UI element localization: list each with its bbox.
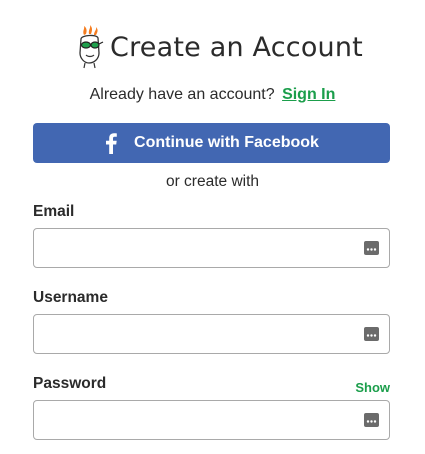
or-create-with-divider: or create with (165, 173, 260, 190)
password-field[interactable] (34, 401, 389, 439)
password-manager-icon[interactable] (364, 327, 379, 341)
password-manager-icon[interactable] (364, 241, 379, 255)
signin-prompt-text: Already have an account? (89, 86, 275, 103)
password-manager-icon[interactable] (364, 413, 379, 427)
create-account-page: Create an Account Already have an accoun… (0, 0, 425, 454)
email-field[interactable] (34, 229, 389, 267)
username-label: Username (33, 289, 108, 306)
email-label: Email (33, 203, 75, 220)
godaddy-guy-logo-icon (79, 25, 104, 69)
facebook-button-label: Continue with Facebook (134, 134, 319, 151)
username-field-wrapper (33, 314, 390, 354)
facebook-f-icon (106, 133, 117, 154)
page-title: Create an Account (110, 31, 363, 63)
password-field-wrapper (33, 400, 390, 440)
continue-with-facebook-button[interactable]: Continue with Facebook (33, 123, 390, 163)
header: Create an Account (0, 24, 425, 70)
signin-prompt-row: Already have an account? Sign In (0, 86, 425, 104)
username-field[interactable] (34, 315, 389, 353)
email-field-wrapper (33, 228, 390, 268)
password-label: Password (33, 375, 107, 392)
show-password-toggle[interactable]: Show (355, 380, 390, 395)
sign-in-link[interactable]: Sign In (282, 86, 335, 103)
